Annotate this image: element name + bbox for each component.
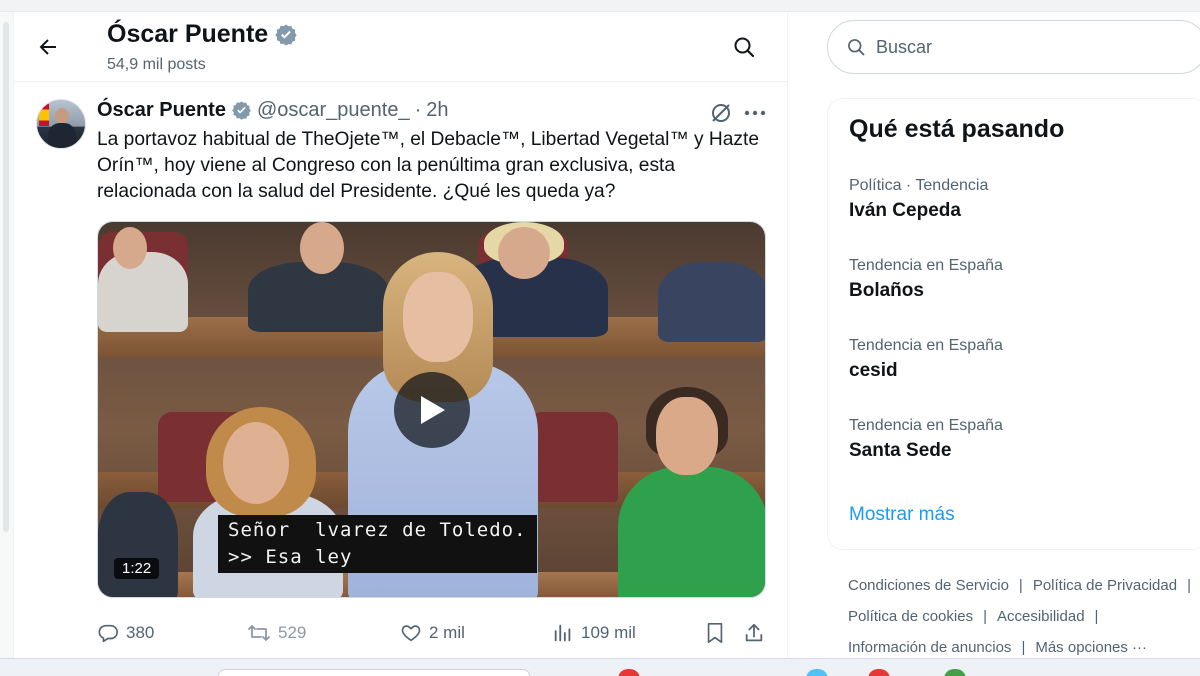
separator-dot: · — [414, 99, 422, 121]
footer-link-more-options[interactable]: Más opciones ··· — [1035, 639, 1147, 656]
views-icon — [554, 624, 571, 642]
play-button[interactable] — [394, 372, 470, 448]
repost-button[interactable]: 529 — [247, 618, 306, 648]
bookmark-icon — [707, 623, 723, 643]
search-input[interactable] — [876, 36, 1176, 58]
verified-badge-icon — [275, 24, 297, 45]
footer-link-terms[interactable]: Condiciones de Servicio — [848, 577, 1009, 594]
tweet-time[interactable]: 2h — [426, 99, 448, 122]
repost-count: 529 — [278, 623, 307, 642]
footer-link-privacy[interactable]: Política de Privacidad — [1033, 577, 1177, 594]
trend-topic: Iván Cepeda — [849, 200, 961, 221]
profile-name: Óscar Puente — [107, 20, 298, 49]
like-count: 2 mil — [429, 623, 465, 642]
back-button[interactable] — [30, 29, 66, 65]
browser-top-edge — [0, 0, 1200, 12]
reply-count: 380 — [126, 623, 155, 642]
author-name[interactable]: Óscar Puente — [97, 99, 226, 122]
tweet-header: Óscar Puente @oscar_puente_ · 2h — [97, 99, 449, 122]
reply-icon — [98, 624, 118, 643]
share-button[interactable] — [743, 618, 765, 648]
grok-icon[interactable] — [708, 100, 734, 126]
author-handle[interactable]: @oscar_puente_ — [257, 99, 410, 122]
footer-link-accessibility[interactable]: Accesibilidad — [997, 608, 1085, 625]
trend-topic: cesid — [849, 360, 898, 381]
bookmark-button[interactable] — [705, 618, 725, 648]
trend-meta: Tendencia en España — [849, 417, 1003, 434]
trend-topic: Santa Sede — [849, 440, 952, 461]
post-count: 54,9 mil posts — [107, 56, 206, 73]
caption-line-2: >> Esa ley — [228, 546, 353, 568]
tweet[interactable]: Óscar Puente @oscar_puente_ · 2h La port… — [14, 83, 788, 658]
trend-meta: Tendencia en España — [849, 337, 1003, 354]
scrollbar-thumb[interactable] — [3, 22, 9, 532]
footer-separator: | — [1187, 577, 1191, 594]
taskbar-app-icon[interactable] — [944, 669, 966, 676]
taskbar-app-icon[interactable] — [618, 669, 640, 676]
share-icon — [745, 623, 763, 642]
views-count: 109 mil — [581, 623, 636, 642]
os-taskbar — [0, 658, 1200, 676]
trends-title: Qué está pasando — [849, 115, 1065, 143]
repost-icon — [248, 625, 270, 641]
more-icon[interactable] — [742, 100, 768, 126]
trend-item[interactable]: Política · Tendencia Iván Cepeda — [849, 177, 1189, 222]
footer-link-cookies[interactable]: Política de cookies — [848, 608, 973, 625]
taskbar-search[interactable] — [218, 669, 530, 676]
reply-button[interactable]: 380 — [97, 618, 154, 648]
verified-badge-icon — [232, 101, 251, 120]
tweet-actions: 380 529 2 mil 109 mil — [97, 618, 772, 648]
taskbar-app-icon[interactable] — [868, 669, 890, 676]
profile-name-text: Óscar Puente — [107, 20, 269, 48]
show-more-link[interactable]: Mostrar más — [849, 504, 955, 526]
header-search-button[interactable] — [726, 29, 762, 65]
footer-separator: | — [1094, 608, 1099, 625]
taskbar-app-icon[interactable] — [806, 669, 828, 676]
footer-separator: | — [1021, 639, 1026, 656]
tweet-text: La portavoz habitual de TheOjete™, el De… — [97, 129, 760, 202]
search-icon — [848, 39, 865, 56]
trend-topic: Bolaños — [849, 280, 924, 301]
footer-separator: | — [983, 608, 987, 625]
profile-header: Óscar Puente 54,9 mil posts — [14, 12, 788, 82]
search-icon — [734, 37, 755, 58]
left-scroll-rail[interactable] — [0, 12, 14, 658]
footer-link-ads-info[interactable]: Información de anuncios — [848, 639, 1011, 656]
right-sidebar: Qué está pasando Política · Tendencia Iv… — [788, 12, 1200, 658]
main-column: Óscar Puente 54,9 mil posts Óscar Puente… — [14, 12, 788, 658]
tweet-video[interactable]: Señor lvarez de Toledo. >> Esa ley 1:22 — [97, 221, 766, 598]
caption-line-1: Señor lvarez de Toledo. — [228, 519, 527, 541]
video-caption: Señor lvarez de Toledo. >> Esa ley — [218, 515, 537, 573]
back-arrow-icon — [39, 39, 56, 55]
views-button[interactable]: 109 mil — [552, 618, 636, 648]
trend-item[interactable]: Tendencia en España Bolaños — [849, 257, 1189, 302]
video-duration: 1:22 — [114, 558, 160, 579]
trend-meta: Tendencia en España — [849, 257, 1003, 274]
trend-item[interactable]: Tendencia en España cesid — [849, 337, 1189, 382]
search-box[interactable] — [827, 20, 1200, 74]
play-icon — [421, 396, 445, 424]
trend-meta: Política · Tendencia — [849, 177, 989, 194]
like-icon — [401, 625, 421, 642]
avatar[interactable] — [36, 99, 86, 149]
trend-item[interactable]: Tendencia en España Santa Sede — [849, 417, 1189, 462]
footer-separator: | — [1018, 577, 1023, 594]
trends-panel: Qué está pasando Política · Tendencia Iv… — [827, 98, 1200, 550]
like-button[interactable]: 2 mil — [400, 618, 465, 648]
